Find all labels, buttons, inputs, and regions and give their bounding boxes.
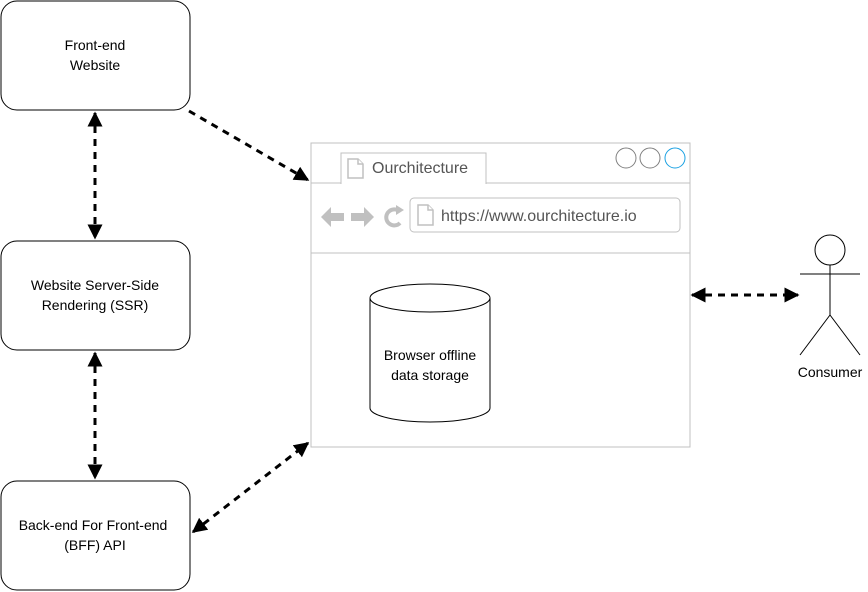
tab-label: Ourchitecture (372, 160, 468, 177)
node-frontend-website-line-2: Website (70, 57, 121, 73)
connector-frontend-to-browser (188, 109, 310, 182)
browser-window: Ourchitecture https://www.ourchitecture.… (310, 142, 691, 448)
node-frontend-website: Front-end Website (0, 0, 191, 111)
node-ssr: Website Server-Side Rendering (SSR) (0, 240, 191, 351)
url-text: https://www.ourchitecture.io (441, 208, 637, 225)
url-page-icon (417, 204, 434, 226)
close-button-icon (664, 147, 686, 169)
node-ssr-line-2: Rendering (SSR) (42, 297, 149, 313)
actor-head-icon (814, 234, 846, 266)
consumer-actor (799, 234, 861, 356)
node-frontend-website-line-1: Front-end (65, 37, 126, 53)
connector-bff-browser (191, 441, 310, 534)
storage-label-line-1: Browser offline (384, 347, 477, 363)
offline-storage-cylinder: Browser offline data storage (369, 283, 491, 423)
node-bff-line-2: (BFF) API (64, 537, 125, 553)
minimize-button-icon (615, 147, 637, 169)
node-bff: Back-end For Front-end (BFF) API (0, 480, 191, 591)
window-controls[interactable] (615, 147, 686, 169)
storage-label-line-2: data storage (391, 367, 469, 383)
page-icon (347, 158, 364, 179)
maximize-button-icon (639, 147, 661, 169)
browser-tab[interactable]: Ourchitecture (340, 152, 487, 184)
node-ssr-line-1: Website Server-Side (31, 277, 159, 293)
architecture-diagram: Front-end Website Website Server-Side Re… (0, 0, 863, 591)
node-bff-line-1: Back-end For Front-end (19, 517, 168, 533)
actor-label: Consumer (798, 364, 863, 380)
address-bar[interactable]: https://www.ourchitecture.io (409, 197, 681, 233)
